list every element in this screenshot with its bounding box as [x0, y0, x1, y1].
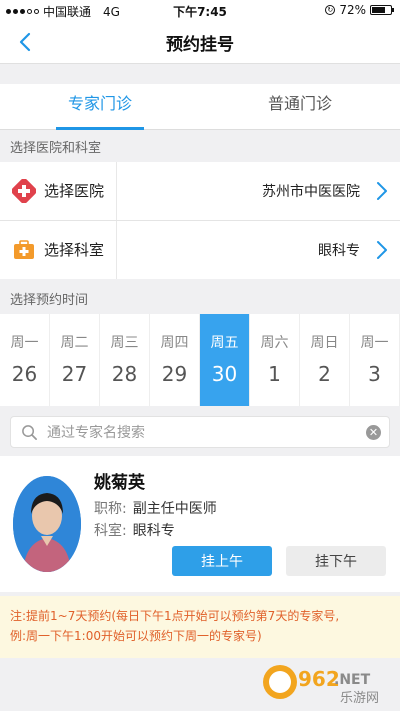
day-cell[interactable]: 周二 27: [50, 314, 100, 406]
day-weekday: 周二: [60, 335, 89, 351]
medical-kit-icon: [14, 240, 34, 259]
select-department-label: 选择科室: [44, 241, 105, 259]
doctor-dept-value: 眼科专: [132, 523, 175, 539]
select-hospital-row[interactable]: 选择医院 苏州市中医医院: [0, 162, 400, 220]
section-hospital-label: 选择医院和科室: [10, 141, 102, 156]
tab-expert-label: 专家门诊: [67, 94, 132, 113]
day-cell[interactable]: 周六 1: [250, 314, 300, 406]
select-department-row[interactable]: 选择科室 眼科专: [0, 221, 400, 279]
nav-bar: 预约挂号: [0, 20, 400, 64]
watermark-sub: 乐游网: [340, 691, 379, 706]
search-bar: ✕: [0, 406, 400, 456]
day-date: 28: [111, 362, 138, 386]
tab-active-indicator: [56, 127, 144, 130]
doctor-title-line: 职称: 副主任中医师: [94, 498, 217, 518]
day-cell[interactable]: 周一 26: [0, 314, 50, 406]
day-weekday: 周四: [160, 335, 189, 351]
section-time-label: 选择预约时间: [10, 293, 89, 308]
doctor-title-label: 职称:: [94, 501, 127, 517]
avatar: [13, 476, 81, 572]
selected-department-value: 眼科专: [318, 243, 360, 259]
search-icon: [22, 425, 37, 440]
tab-general-label: 普通门诊: [267, 94, 332, 113]
battery-percent: 72%: [339, 3, 366, 17]
day-date: 2: [318, 362, 331, 386]
date-picker: 周一 26 周二 27 周三 28 周四 29 周五 30 周六 1 周日 2 周一 3: [0, 314, 400, 406]
doctor-title-value: 副主任中医师: [132, 501, 217, 517]
clear-icon[interactable]: ✕: [366, 425, 381, 440]
status-right: ↻ 72%: [325, 3, 394, 17]
day-date: 1: [268, 362, 281, 386]
expert-search-input[interactable]: [47, 421, 347, 445]
day-cell[interactable]: 周四 29: [150, 314, 200, 406]
page-title: 预约挂号: [166, 35, 234, 55]
doctor-dept-label: 科室:: [94, 523, 127, 539]
selected-hospital-value: 苏州市中医医院: [262, 184, 360, 200]
doctor-dept-line: 科室: 眼科专: [94, 520, 175, 540]
day-date: 27: [61, 362, 88, 386]
row-divider: [116, 221, 117, 279]
day-weekday: 周一: [360, 335, 389, 351]
watermark-suffix: .NET: [334, 672, 371, 688]
row-divider: [116, 162, 117, 220]
tab-general-clinic[interactable]: 普通门诊: [200, 84, 400, 130]
day-cell[interactable]: 周日 2: [300, 314, 350, 406]
rotation-lock-icon: ↻: [325, 5, 336, 15]
book-morning-button[interactable]: 挂上午: [172, 546, 272, 576]
doctor-card[interactable]: 姚菊英 职称: 副主任中医师 科室: 眼科专 挂上午 挂下午: [0, 456, 400, 592]
day-date: 26: [11, 362, 38, 386]
book-afternoon-button[interactable]: 挂下午: [286, 546, 386, 576]
notice-line-1: 注:提前1~7天预约(每日下午1点开始可以预约第7天的专家号,: [10, 609, 340, 623]
day-date: 30: [211, 362, 238, 386]
clinic-tabs: 专家门诊 普通门诊: [0, 84, 400, 130]
booking-notice: 注:提前1~7天预约(每日下午1点开始可以预约第7天的专家号, 例:周一下午1:…: [0, 596, 400, 658]
day-cell[interactable]: 周三 28: [100, 314, 150, 406]
site-watermark-logo: 962 .NET 乐游网: [260, 660, 392, 706]
day-weekday: 周五: [210, 335, 239, 351]
battery-icon: [370, 5, 394, 15]
hospital-cross-icon: [12, 179, 36, 203]
day-weekday: 周日: [310, 335, 339, 351]
day-cell-selected[interactable]: 周五 30: [200, 314, 250, 406]
day-cell[interactable]: 周一 3: [350, 314, 400, 406]
chevron-right-icon: [377, 241, 387, 259]
chevron-right-icon: [377, 182, 387, 200]
day-date: 29: [161, 362, 188, 386]
doctor-photo: [13, 476, 81, 572]
doctor-name: 姚菊英: [94, 473, 145, 493]
status-bar: 中国联通 4G 下午7:45 ↻ 72%: [0, 0, 400, 20]
day-weekday: 周三: [110, 335, 139, 351]
day-weekday: 周一: [10, 335, 39, 351]
day-weekday: 周六: [260, 335, 289, 351]
notice-line-2: 例:周一下午1:00开始可以预约下周一的专家号): [10, 629, 262, 643]
search-box: ✕: [10, 416, 390, 448]
day-date: 3: [368, 362, 381, 386]
tab-expert-clinic[interactable]: 专家门诊: [0, 84, 200, 130]
select-hospital-label: 选择医院: [44, 182, 105, 200]
